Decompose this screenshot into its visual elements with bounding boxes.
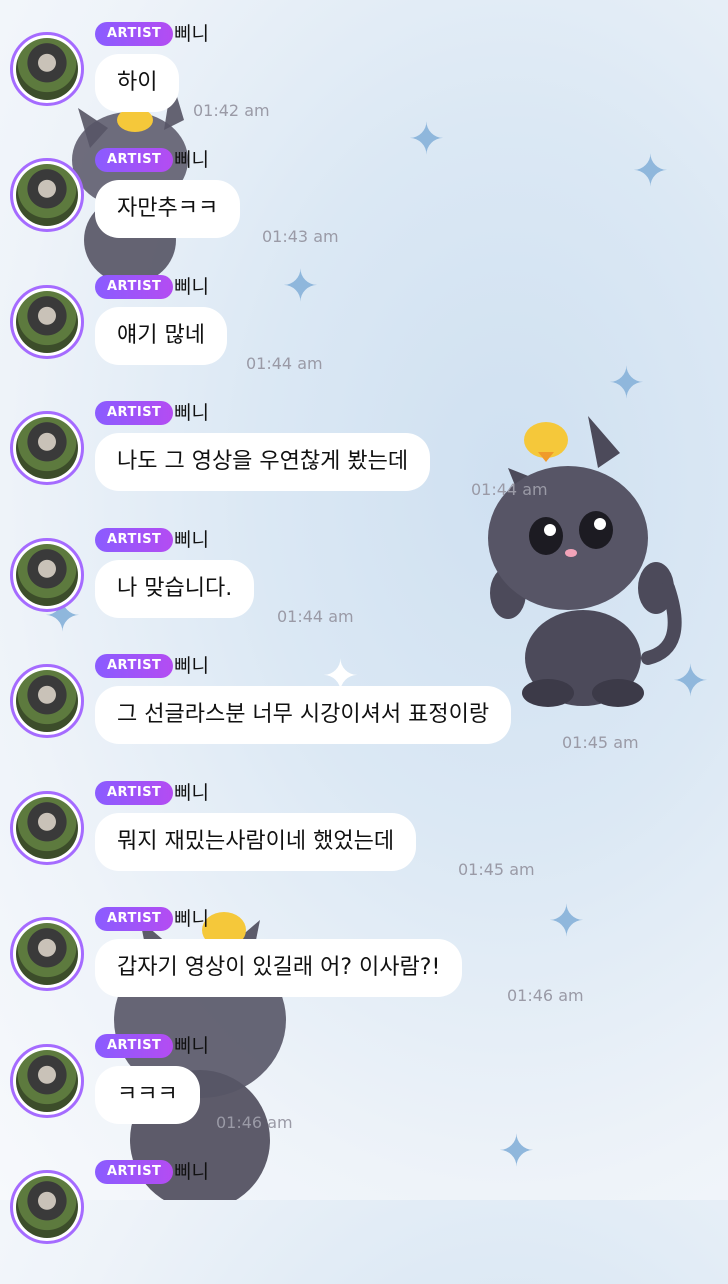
avatar[interactable] [10, 32, 84, 106]
message-bubble[interactable]: 뭐지 재밌는사람이네 했었는데 [95, 813, 417, 871]
message-timestamp: 01:44 am [246, 354, 323, 373]
chat-message: ARTIST 삐니 갑자기 영상이 있길래 어? 이사람?! 01:46 am [0, 905, 728, 1031]
message-bubble[interactable]: 자만추ㅋㅋ [95, 180, 241, 238]
sender-name: 삐니 [174, 529, 209, 551]
message-timestamp: 01:46 am [216, 1113, 293, 1132]
sender-name: 삐니 [174, 1161, 209, 1183]
artist-badge: ARTIST [95, 781, 174, 805]
sender-name: 삐니 [174, 1035, 209, 1057]
avatar[interactable] [10, 664, 84, 738]
sender-name: 삐니 [174, 23, 209, 45]
avatar[interactable] [10, 411, 84, 485]
avatar[interactable] [10, 285, 84, 359]
message-bubble[interactable]: 하이 [95, 54, 180, 112]
sender-name: 삐니 [174, 655, 209, 677]
chat-message: ARTIST 삐니 나 맞습니다. 01:44 am [0, 526, 728, 652]
avatar[interactable] [10, 158, 84, 232]
artist-badge: ARTIST [95, 1034, 174, 1058]
artist-badge: ARTIST [95, 654, 174, 678]
artist-badge: ARTIST [95, 907, 174, 931]
artist-badge: ARTIST [95, 148, 174, 172]
message-timestamp: 01:43 am [262, 227, 339, 246]
message-bubble[interactable]: ㅋㅋㅋ [95, 1066, 200, 1124]
avatar[interactable] [10, 1044, 84, 1118]
message-bubble[interactable]: 나 맞습니다. [95, 560, 255, 618]
artist-badge: ARTIST [95, 22, 174, 46]
sender-name: 삐니 [174, 402, 209, 424]
chat-message-list: ARTIST 삐니 하이 01:42 am ARTIST 삐니 자만추ㅋㅋ 01… [0, 0, 728, 1244]
message-timestamp: 01:44 am [277, 607, 354, 626]
message-bubble[interactable]: 얘기 많네 [95, 307, 227, 365]
message-timestamp: 01:44 am [471, 480, 548, 499]
avatar[interactable] [10, 1170, 84, 1244]
sender-name: 삐니 [174, 782, 209, 804]
message-timestamp: 01:42 am [193, 101, 270, 120]
message-bubble[interactable]: 갑자기 영상이 있길래 어? 이사람?! [95, 939, 463, 997]
chat-message: ARTIST 삐니 그 선글라스분 너무 시강이셔서 표정이랑 01:45 am [0, 652, 728, 778]
artist-badge: ARTIST [95, 528, 174, 552]
message-bubble[interactable]: 나도 그 영상을 우연찮게 봤는데 [95, 433, 431, 491]
avatar[interactable] [10, 538, 84, 612]
sender-name: 삐니 [174, 908, 209, 930]
chat-message: ARTIST 삐니 ㅋㅋㅋ 01:46 am [0, 1032, 728, 1158]
message-bubble[interactable]: 그 선글라스분 너무 시강이셔서 표정이랑 [95, 686, 512, 744]
sender-name: 삐니 [174, 149, 209, 171]
message-timestamp: 01:45 am [562, 733, 639, 752]
chat-message: ARTIST 삐니 뭐지 재밌는사람이네 했었는데 01:45 am [0, 779, 728, 905]
artist-badge: ARTIST [95, 275, 174, 299]
artist-badge: ARTIST [95, 1160, 174, 1184]
avatar[interactable] [10, 791, 84, 865]
chat-message: ARTIST 삐니 자만추ㅋㅋ 01:43 am [0, 146, 728, 272]
sender-name: 삐니 [174, 276, 209, 298]
message-timestamp: 01:46 am [507, 986, 584, 1005]
message-timestamp: 01:45 am [458, 860, 535, 879]
artist-badge: ARTIST [95, 401, 174, 425]
avatar[interactable] [10, 917, 84, 991]
chat-message: ARTIST 삐니 하이 01:42 am [0, 20, 728, 146]
chat-message: ARTIST 삐니 얘기 많네 01:44 am [0, 273, 728, 399]
chat-message: ARTIST 삐니 [0, 1158, 728, 1284]
chat-message: ARTIST 삐니 나도 그 영상을 우연찮게 봤는데 01:44 am [0, 399, 728, 525]
